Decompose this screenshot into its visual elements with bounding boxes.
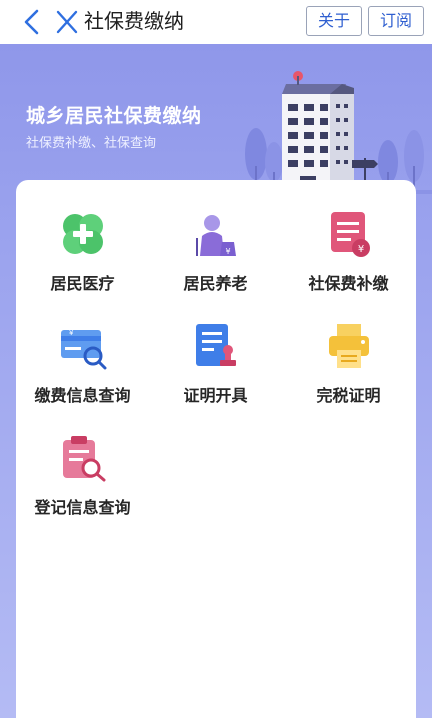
printer-icon — [328, 324, 369, 368]
svg-text:¥: ¥ — [69, 329, 74, 337]
service-card: 居民医疗 ¥ 居民养老 ¥ 社保费补缴 ¥ 缴费信息查询 证明开具 完税证明 登… — [16, 180, 416, 718]
service-fee-supplement[interactable]: ¥ 社保费补缴 — [282, 210, 415, 310]
service-certificate-issue[interactable]: 证明开具 — [149, 322, 282, 422]
close-icon[interactable] — [55, 9, 79, 35]
service-payment-query[interactable]: ¥ 缴费信息查询 — [16, 322, 149, 422]
page-title: 社保费缴纳 — [84, 9, 184, 33]
banner-subtitle: 社保费补缴、社保查询 — [26, 136, 157, 151]
service-label: 缴费信息查询 — [34, 386, 131, 405]
building-illustration — [238, 71, 432, 194]
elderly-pension-icon: ¥ — [195, 215, 236, 256]
svg-text:¥: ¥ — [357, 244, 363, 255]
payment-query-icon: ¥ — [60, 329, 106, 370]
service-label: 居民养老 — [183, 274, 248, 293]
svg-text:¥: ¥ — [225, 247, 230, 256]
about-button[interactable]: 关于 — [306, 6, 362, 36]
service-label: 居民医疗 — [50, 274, 115, 293]
service-label: 社保费补缴 — [308, 274, 389, 293]
service-resident-pension[interactable]: ¥ 居民养老 — [149, 210, 282, 310]
top-nav-bar: 社保费缴纳 关于 订阅 — [0, 0, 432, 44]
medical-cross-icon — [62, 214, 103, 254]
banner-title: 城乡居民社保费缴纳 — [26, 105, 202, 127]
registration-query-icon — [62, 436, 105, 482]
service-resident-medical[interactable]: 居民医疗 — [16, 210, 149, 310]
service-label: 证明开具 — [183, 386, 248, 405]
service-label: 登记信息查询 — [34, 498, 131, 517]
subscribe-button[interactable]: 订阅 — [368, 6, 424, 36]
back-arrow-icon[interactable] — [20, 8, 44, 36]
service-registration-query[interactable]: 登记信息查询 — [16, 434, 149, 534]
certificate-issue-icon — [195, 324, 236, 366]
service-tax-certificate[interactable]: 完税证明 — [282, 322, 415, 422]
fee-supplement-icon: ¥ — [330, 212, 370, 257]
service-label: 完税证明 — [316, 386, 381, 405]
